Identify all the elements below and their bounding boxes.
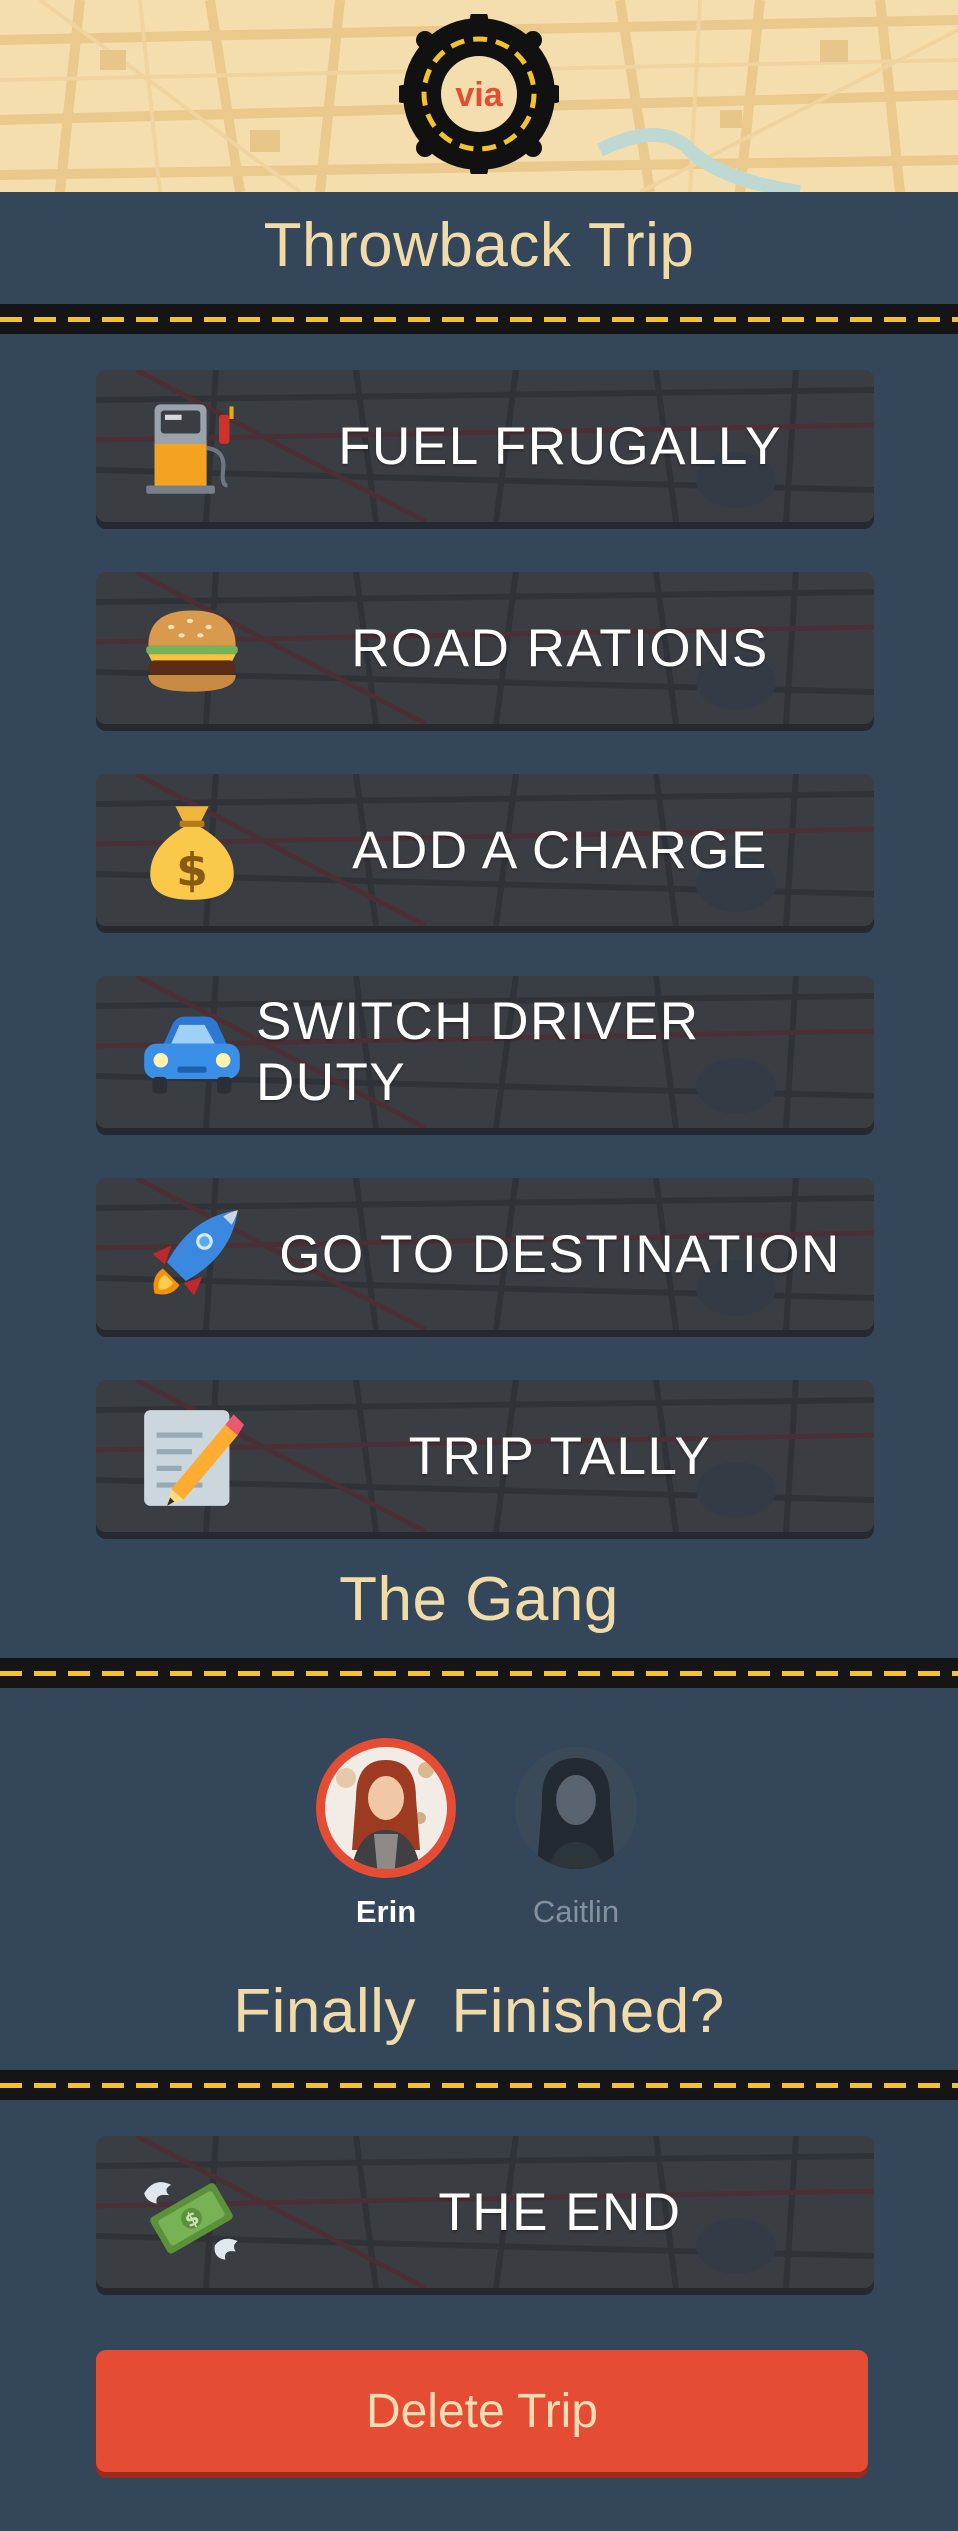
the-end-button[interactable]: $ THE END — [96, 2136, 874, 2288]
memo-pencil-icon — [144, 1410, 244, 1506]
road-divider — [0, 2070, 958, 2100]
switch-driver-duty-button[interactable]: SWITCH DRIVER DUTY — [96, 976, 874, 1128]
trip-tally-button[interactable]: TRIP TALLY — [96, 1380, 874, 1532]
car-icon — [144, 1016, 240, 1094]
svg-text:$: $ — [176, 843, 208, 896]
fuel-pump-icon — [146, 404, 234, 494]
money-bag-icon: $ — [150, 806, 234, 900]
add-a-charge-button[interactable]: $ ADD A CHARGE — [96, 774, 874, 926]
road-divider — [0, 304, 958, 334]
trip-title: Throwback Trip — [263, 211, 695, 280]
road-divider — [0, 1658, 958, 1688]
member-name: Caitlin — [532, 1894, 620, 1929]
go-to-destination-label: GO TO DESTINATION — [279, 1224, 841, 1284]
road-rations-button[interactable]: ROAD RATIONS — [96, 572, 874, 724]
hamburger-icon — [146, 610, 238, 692]
fuel-frugally-label: FUEL FRUGALLY — [338, 416, 782, 476]
go-to-destination-button[interactable]: GO TO DESTINATION — [96, 1178, 874, 1330]
trip-tally-label: TRIP TALLY — [408, 1426, 712, 1486]
switch-driver-duty-label: SWITCH DRIVER DUTY — [256, 992, 700, 1112]
logo-text: via — [455, 76, 503, 114]
road-rations-label: ROAD RATIONS — [351, 618, 769, 678]
delete-trip-button[interactable]: Delete Trip — [96, 2350, 868, 2472]
member-name: Erin — [355, 1894, 417, 1929]
map-header: via — [0, 0, 958, 192]
erin-avatar — [316, 1738, 456, 1878]
add-a-charge-label: ADD A CHARGE — [352, 820, 768, 880]
fuel-frugally-button[interactable]: FUEL FRUGALLY — [96, 370, 874, 522]
money-with-wings-icon: $ — [144, 2182, 238, 2260]
member-erin[interactable]: Erin — [306, 1738, 466, 1930]
member-caitlin[interactable]: Caitlin — [496, 1738, 656, 1930]
caitlin-avatar — [515, 1747, 637, 1869]
rocket-icon — [152, 1210, 238, 1296]
via-logo[interactable]: via — [399, 14, 559, 174]
finish-title: Finally Finished? — [233, 1977, 725, 2046]
avatar — [316, 1738, 456, 1878]
avatar — [506, 1738, 646, 1878]
the-end-label: THE END — [438, 2182, 682, 2242]
gang-title: The Gang — [339, 1565, 619, 1634]
